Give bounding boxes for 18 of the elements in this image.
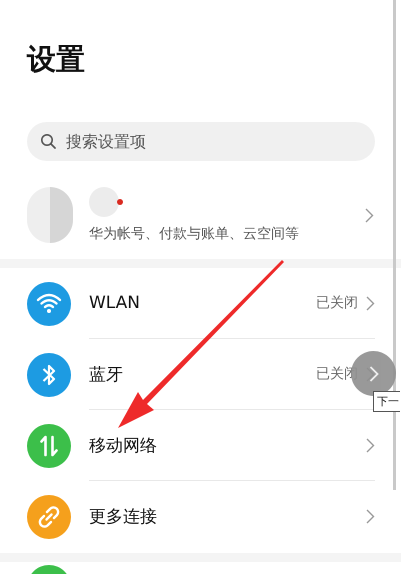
item-status: 已关闭 bbox=[316, 294, 358, 312]
settings-item[interactable]: 更多连接 bbox=[27, 481, 375, 552]
account-subtitle: 华为帐号、付款与账单、云空间等 bbox=[89, 225, 300, 243]
chevron-icon bbox=[366, 438, 375, 452]
chevron-icon bbox=[366, 509, 375, 524]
chevron-icon bbox=[366, 296, 375, 310]
chevron-icon bbox=[365, 208, 374, 222]
chevron-icon bbox=[368, 366, 378, 382]
item-label: 移动网络 bbox=[89, 434, 158, 456]
avatar bbox=[27, 187, 73, 243]
tooltip: 下一 bbox=[373, 391, 400, 412]
page-title: 设置 bbox=[26, 41, 86, 78]
search-field[interactable]: 搜索设置项 bbox=[27, 122, 375, 161]
item-label: 蓝牙 bbox=[89, 364, 124, 386]
blurred-name bbox=[89, 187, 119, 217]
item-label: WLAN bbox=[89, 293, 142, 313]
item-label: 更多连接 bbox=[89, 506, 158, 528]
account-row[interactable]: 华为帐号、付款与账单、云空间等 bbox=[0, 171, 401, 259]
